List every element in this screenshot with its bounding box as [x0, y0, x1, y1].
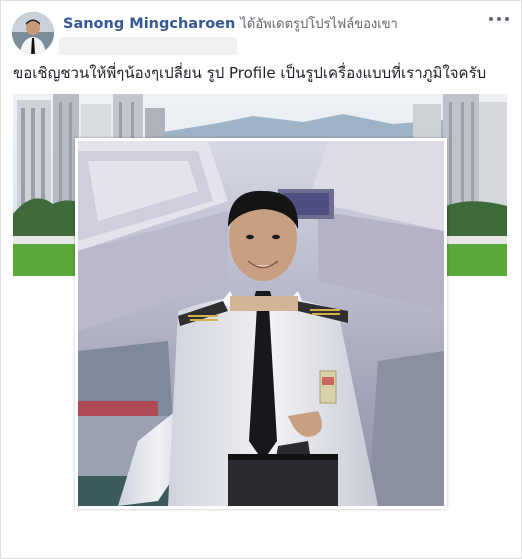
post-header: Sanong Mingcharoen ได้อัพเดตรูปโปรไฟล์ของ… [63, 14, 473, 35]
author-name-link[interactable]: Sanong Mingcharoen [63, 16, 235, 32]
post-caption: ขอเชิญชวนให้พี่ๆน้องๆเปลี่ยน รูป Profile… [13, 64, 487, 82]
more-options-icon[interactable] [489, 11, 509, 27]
more-dot [489, 17, 493, 21]
post-media[interactable] [13, 94, 507, 558]
more-dot [505, 17, 509, 21]
author-avatar[interactable] [12, 12, 54, 54]
feed-post: Sanong Mingcharoen ได้อัพเดตรูปโปรไฟล์ของ… [0, 0, 522, 559]
timestamp-redacted [59, 37, 237, 55]
profile-photo [78, 141, 444, 506]
more-dot [497, 17, 501, 21]
post-action-text: ได้อัพเดตรูปโปรไฟล์ของเขา [240, 17, 398, 32]
profile-picture-frame[interactable] [75, 138, 447, 509]
